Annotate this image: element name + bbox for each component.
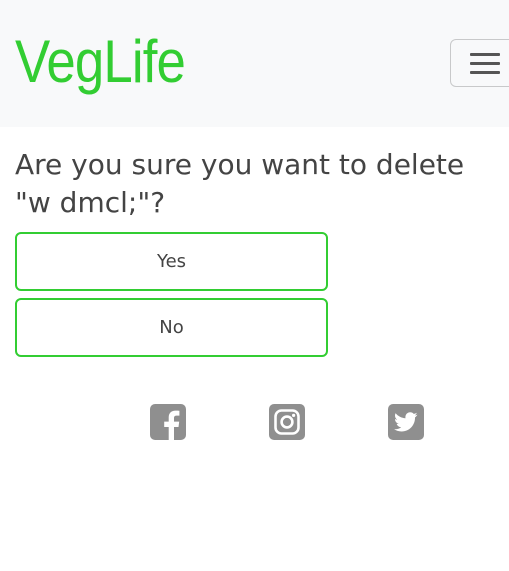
instagram-icon[interactable] [269,404,305,440]
question-line-1: Are you sure you want to delete [15,148,465,181]
twitter-icon[interactable] [388,404,424,440]
navbar: VegLife [0,0,509,127]
navbar-toggler-button[interactable] [450,39,509,87]
no-button[interactable]: No [15,298,328,357]
brand-logo[interactable]: VegLife [15,24,186,100]
hamburger-menu-icon-middle [470,62,500,65]
yes-button[interactable]: Yes [15,232,328,291]
hamburger-menu-icon-bottom [470,71,500,74]
hamburger-menu-icon [470,53,500,56]
delete-confirmation-question: Are you sure you want to delete "w dmcl;… [15,146,509,222]
facebook-icon[interactable] [150,404,186,440]
question-line-2: "w dmcl;"? [15,186,166,219]
